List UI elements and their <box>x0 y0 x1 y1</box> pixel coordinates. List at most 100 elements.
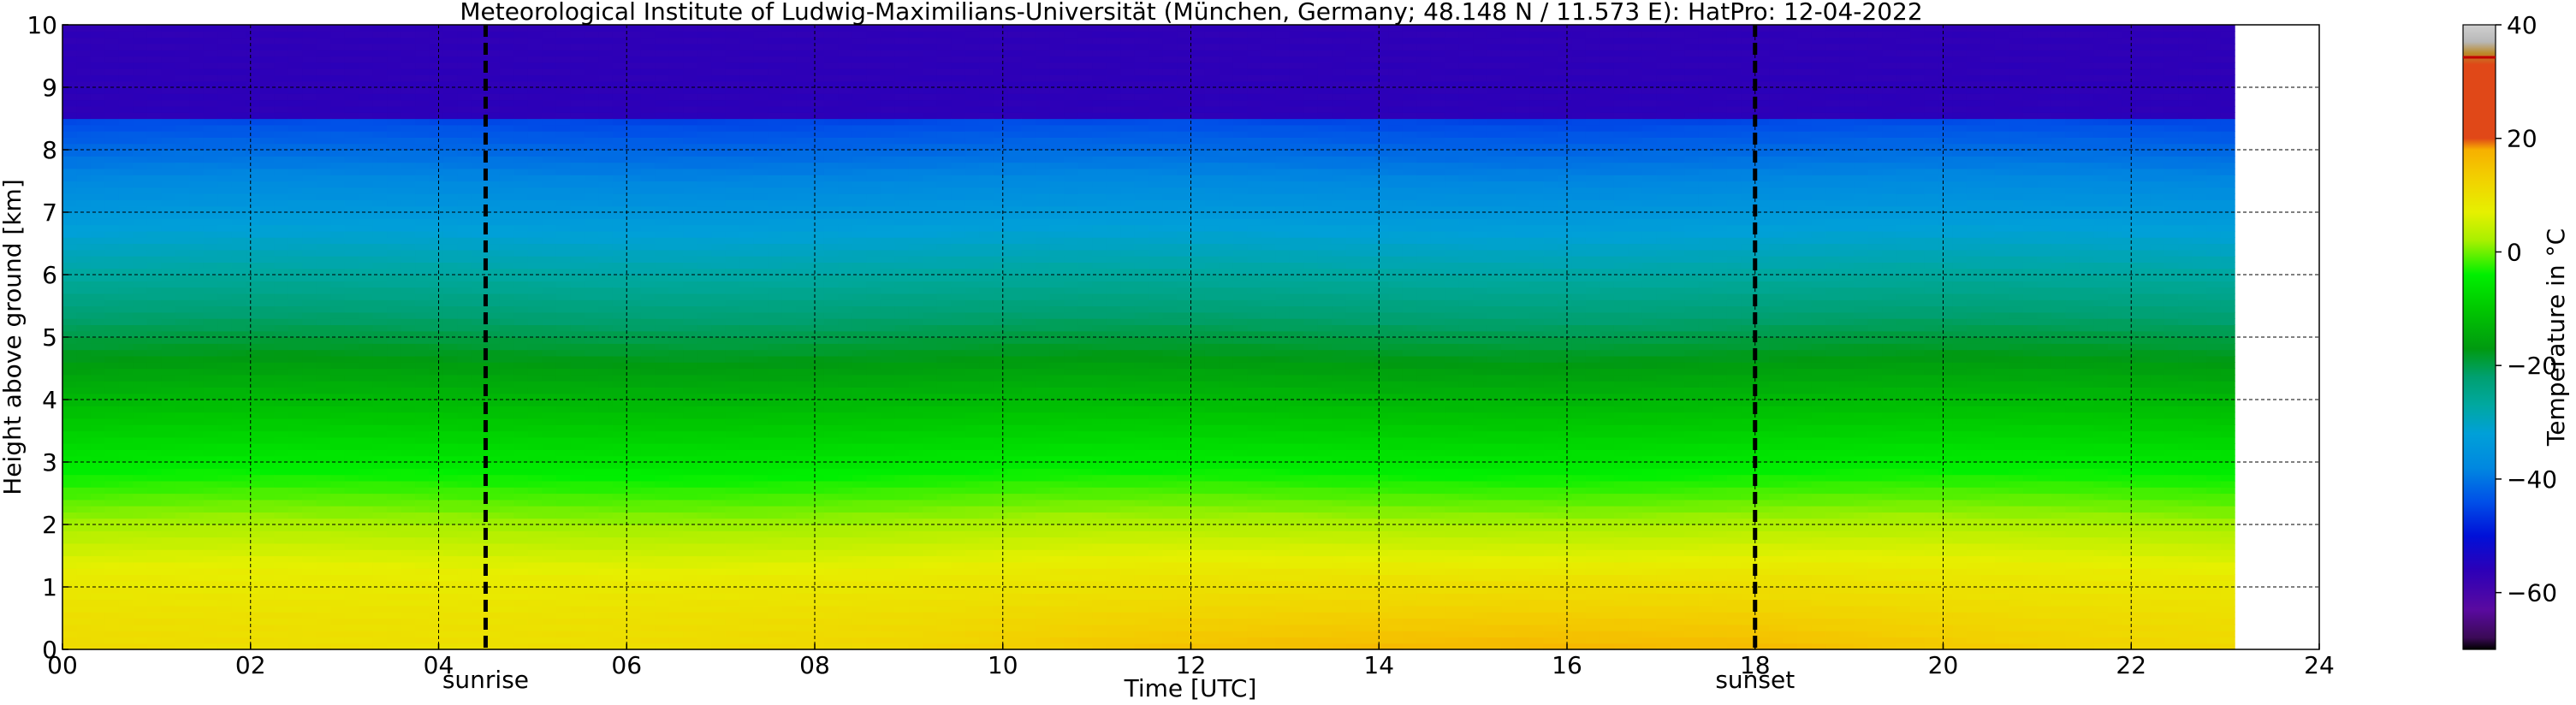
heatmap-cell <box>161 80 176 88</box>
heatmap-cell <box>133 324 148 332</box>
heatmap-cell <box>640 631 656 637</box>
heatmap-cell <box>146 74 162 82</box>
heatmap-cell <box>76 406 92 413</box>
heatmap-cell <box>697 212 712 219</box>
heatmap-cell <box>683 631 698 637</box>
heatmap-cell <box>146 637 162 644</box>
heatmap-cell <box>133 343 148 351</box>
heatmap-cell <box>584 193 599 200</box>
heatmap-cell <box>711 374 727 382</box>
heatmap-cell <box>499 568 514 575</box>
heatmap-cell <box>217 143 233 151</box>
heatmap-cell <box>725 330 740 338</box>
heatmap-cell <box>118 349 134 357</box>
heatmap-cell <box>485 393 501 400</box>
heatmap-cell <box>146 568 162 575</box>
heatmap-cell <box>344 549 359 557</box>
heatmap-cell <box>457 99 472 107</box>
heatmap-cell <box>584 362 599 370</box>
heatmap-cell <box>161 574 176 582</box>
heatmap-cell <box>612 168 627 175</box>
heatmap-cell <box>189 530 205 538</box>
heatmap-cell <box>359 624 374 631</box>
heatmap-cell <box>697 631 712 637</box>
heatmap-cell <box>344 436 359 444</box>
heatmap-cell <box>640 337 656 344</box>
heatmap-cell <box>711 68 727 75</box>
heatmap-cell <box>570 25 585 32</box>
heatmap-cell <box>316 262 331 270</box>
heatmap-cell <box>288 37 303 44</box>
heatmap-cell <box>316 406 331 413</box>
heatmap-cell <box>175 205 190 213</box>
heatmap-cell <box>175 93 190 101</box>
heatmap-cell <box>344 299 359 307</box>
heatmap-cell <box>415 618 430 625</box>
heatmap-cell <box>330 87 346 94</box>
heatmap-cell <box>725 50 740 57</box>
heatmap-cell <box>118 599 134 607</box>
heatmap-cell <box>62 449 78 457</box>
heatmap-cell <box>344 275 359 281</box>
heatmap-cell <box>401 243 416 251</box>
heatmap-cell <box>189 124 205 132</box>
heatmap-cell <box>753 105 769 113</box>
heatmap-cell <box>344 624 359 631</box>
heatmap-cell <box>442 80 459 88</box>
heatmap-cell <box>316 518 331 525</box>
heatmap-cell <box>683 31 698 39</box>
heatmap-cell <box>76 518 92 525</box>
heatmap-cell <box>259 137 275 145</box>
heatmap-cell <box>217 56 233 63</box>
heatmap-cell <box>217 275 233 281</box>
heatmap-cell <box>118 25 134 32</box>
heatmap-cell <box>442 112 459 120</box>
heatmap-cell <box>739 199 755 207</box>
heatmap-cell <box>725 124 740 132</box>
heatmap-cell <box>697 31 712 39</box>
heatmap-cell <box>612 311 627 319</box>
heatmap-cell <box>302 105 318 113</box>
heatmap-cell <box>753 549 769 557</box>
heatmap-cell <box>725 468 740 476</box>
heatmap-cell <box>739 87 755 94</box>
heatmap-cell <box>316 74 331 82</box>
heatmap-cell <box>259 605 275 613</box>
heatmap-cell <box>429 512 444 519</box>
heatmap-cell <box>274 262 289 270</box>
heatmap-cell <box>725 99 740 107</box>
heatmap-cell <box>246 524 261 531</box>
heatmap-cell <box>429 80 444 88</box>
heatmap-cell <box>527 249 543 257</box>
heatmap-cell <box>316 549 331 557</box>
heatmap-cell <box>246 574 261 582</box>
heatmap-cell <box>344 424 359 432</box>
heatmap-cell <box>612 131 627 138</box>
heatmap-cell <box>442 243 459 251</box>
heatmap-cell <box>161 355 176 363</box>
heatmap-cell <box>246 580 261 588</box>
heatmap-cell <box>442 430 459 438</box>
heatmap-cell <box>104 262 120 270</box>
heatmap-cell <box>401 87 416 94</box>
heatmap-cell <box>231 542 246 550</box>
heatmap-cell <box>401 62 416 69</box>
heatmap-cell <box>161 262 176 270</box>
heatmap-cell <box>359 218 374 226</box>
heatmap-cell <box>499 137 514 145</box>
heatmap-cell <box>259 25 275 32</box>
heatmap-cell <box>725 518 740 525</box>
heatmap-cell <box>387 68 402 75</box>
heatmap-cell <box>76 468 92 476</box>
heatmap-cell <box>527 224 543 232</box>
heatmap-cell <box>274 80 289 88</box>
heatmap-cell <box>161 31 176 39</box>
heatmap-cell <box>316 311 331 319</box>
heatmap-cell <box>415 387 430 394</box>
heatmap-cell <box>231 337 246 344</box>
heatmap-cell <box>175 268 190 275</box>
heatmap-cell <box>542 318 557 325</box>
heatmap-cell <box>527 506 543 512</box>
heatmap-cell <box>259 637 275 644</box>
heatmap-cell <box>626 330 642 338</box>
